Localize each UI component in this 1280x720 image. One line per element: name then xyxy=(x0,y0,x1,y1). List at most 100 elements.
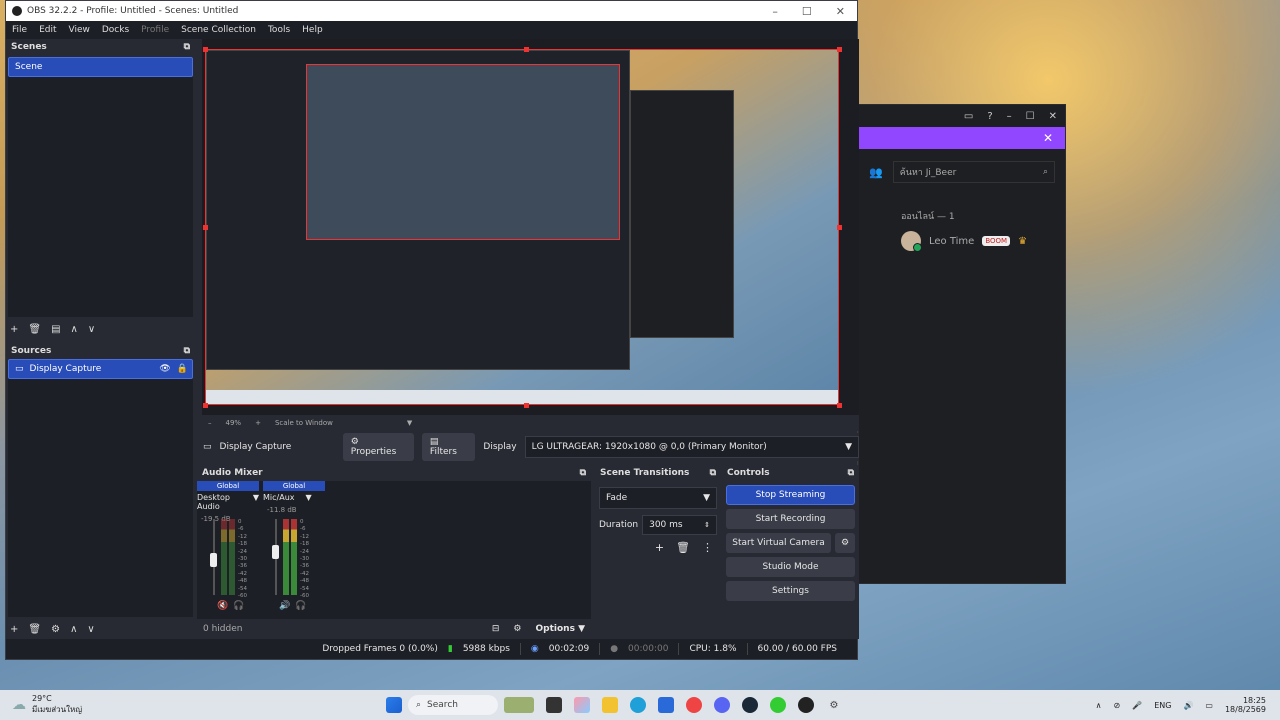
maximize-icon[interactable]: ☐ xyxy=(802,5,812,18)
battery-icon[interactable]: ▭ xyxy=(1205,701,1213,710)
menu-profile[interactable]: Profile xyxy=(141,25,169,35)
move-up-icon[interactable]: ∧ xyxy=(71,324,78,335)
scene-item[interactable]: Scene xyxy=(8,57,193,77)
source-item[interactable]: ▭ Display Capture 👁 🔒 xyxy=(8,359,193,379)
speaker-icon[interactable]: 🔊 xyxy=(279,601,290,611)
store-icon[interactable] xyxy=(658,697,674,713)
move-up-icon[interactable]: ∧ xyxy=(70,624,77,635)
resize-handle[interactable] xyxy=(837,225,842,230)
move-down-icon[interactable]: ∨ xyxy=(88,324,95,335)
start-virtual-camera-button[interactable]: Start Virtual Camera xyxy=(726,533,831,553)
menu-view[interactable]: View xyxy=(69,25,90,35)
menu-edit[interactable]: Edit xyxy=(39,25,56,35)
weather-widget[interactable]: ☁ 29°C มีเมฆส่วนใหญ่ xyxy=(0,694,380,716)
monitor-headphones-icon[interactable]: 🎧 xyxy=(233,601,244,611)
banner-close-icon[interactable]: ✕ xyxy=(1043,131,1053,145)
studio-mode-button[interactable]: Studio Mode xyxy=(726,557,855,577)
zoom-in-icon[interactable]: + xyxy=(255,419,261,427)
layout-icon[interactable]: ⊟ xyxy=(492,624,500,634)
scale-mode-select[interactable]: Scale to Window xyxy=(275,419,333,427)
minimize-icon[interactable]: – xyxy=(772,5,778,18)
duration-input[interactable]: 300 ms ⇕ xyxy=(642,515,717,535)
taskbar-search[interactable]: ⌕ Search xyxy=(408,695,498,715)
settings-gear-icon[interactable]: ⚙ xyxy=(826,697,842,713)
undock-icon[interactable]: ⧉ xyxy=(580,468,586,478)
steam-icon[interactable] xyxy=(742,697,758,713)
network-off-icon[interactable]: ⊘ xyxy=(1114,701,1121,710)
resize-handle[interactable] xyxy=(524,403,529,408)
options-button[interactable]: Options ▼ xyxy=(536,624,586,634)
add-icon[interactable]: + xyxy=(655,541,664,554)
edge-icon[interactable] xyxy=(630,697,646,713)
undock-icon[interactable]: ⧉ xyxy=(184,346,190,356)
trash-icon[interactable]: 🗑 xyxy=(676,541,690,554)
resize-handle[interactable] xyxy=(203,403,208,408)
advanced-audio-icon[interactable]: ⚙ xyxy=(513,624,521,634)
properties-button[interactable]: ⚙ Properties xyxy=(342,433,414,461)
copilot-icon[interactable] xyxy=(574,697,590,713)
channel-name[interactable]: Mic/Aux ▼ xyxy=(263,493,325,502)
display-capture-preview[interactable] xyxy=(205,49,839,405)
task-view-icon[interactable] xyxy=(546,697,562,713)
undock-icon[interactable]: ⧉ xyxy=(710,468,716,478)
more-options-icon[interactable]: ⋮ xyxy=(702,541,713,554)
microphone-icon[interactable]: 🎤 xyxy=(1132,701,1142,710)
resize-handle[interactable] xyxy=(203,47,208,52)
volume-icon[interactable]: 🔊 xyxy=(1183,701,1193,710)
file-explorer-icon[interactable] xyxy=(602,697,618,713)
virtual-camera-settings-button[interactable]: ⚙ xyxy=(835,533,855,553)
start-icon[interactable] xyxy=(386,697,402,713)
resize-handle[interactable] xyxy=(524,47,529,52)
member-item[interactable]: Leo Time BOOM ♛ xyxy=(901,231,1065,252)
menu-tools[interactable]: Tools xyxy=(268,25,290,35)
preview-canvas[interactable] xyxy=(202,39,859,415)
inbox-icon[interactable]: ▭ xyxy=(964,111,973,122)
clock[interactable]: 18:25 18/8/2569 xyxy=(1225,696,1266,714)
obs-icon[interactable] xyxy=(770,697,786,713)
resize-handle[interactable] xyxy=(837,403,842,408)
chevron-up-icon[interactable]: ∧ xyxy=(1096,701,1102,710)
discord-window[interactable]: ▭ ? – ☐ ✕ ✕ 👥 ค้นหา Ji_Beer ⌕ ออนไลน์ — … xyxy=(858,104,1066,584)
member-search-input[interactable]: ค้นหา Ji_Beer ⌕ xyxy=(892,161,1055,183)
maximize-icon[interactable]: ☐ xyxy=(1026,111,1035,122)
stepper-icon[interactable]: ⇕ xyxy=(704,521,710,529)
menu-help[interactable]: Help xyxy=(302,25,323,35)
muted-speaker-icon[interactable]: 🔇 xyxy=(217,601,228,611)
zoom-out-icon[interactable]: – xyxy=(208,419,212,427)
display-select[interactable]: LG ULTRAGEAR: 1920x1080 @ 0,0 (Primary M… xyxy=(524,436,859,458)
chevron-down-icon[interactable]: ▼ xyxy=(407,419,412,427)
filter-icon[interactable]: ▤ xyxy=(51,324,60,335)
add-icon[interactable]: + xyxy=(10,624,18,635)
close-icon[interactable]: ✕ xyxy=(1049,111,1057,122)
discord-icon[interactable] xyxy=(714,697,730,713)
filters-button[interactable]: ▤ Filters xyxy=(421,433,476,461)
members-icon[interactable]: 👥 xyxy=(869,166,883,179)
app-icon[interactable] xyxy=(798,697,814,713)
start-recording-button[interactable]: Start Recording xyxy=(726,509,855,529)
undock-icon[interactable]: ⧉ xyxy=(848,468,854,478)
close-icon[interactable]: ✕ xyxy=(836,5,845,18)
menu-scene-collection[interactable]: Scene Collection xyxy=(181,25,256,35)
resize-handle[interactable] xyxy=(203,225,208,230)
gear-icon[interactable]: ⚙ xyxy=(51,624,60,635)
chrome-icon[interactable] xyxy=(686,697,702,713)
widgets-icon[interactable] xyxy=(504,697,534,713)
volume-fader-knob[interactable] xyxy=(210,553,217,567)
add-icon[interactable]: + xyxy=(10,324,18,335)
menu-docks[interactable]: Docks xyxy=(102,25,129,35)
stop-streaming-button[interactable]: Stop Streaming xyxy=(726,485,855,505)
lock-icon[interactable]: 🔒 xyxy=(177,364,192,374)
language-indicator[interactable]: ENG xyxy=(1154,701,1171,710)
visibility-eye-icon[interactable]: 👁 xyxy=(159,364,170,374)
trash-icon[interactable]: 🗑 xyxy=(28,624,41,635)
undock-icon[interactable]: ⧉ xyxy=(184,42,190,52)
volume-fader-knob[interactable] xyxy=(272,545,279,559)
settings-button[interactable]: Settings xyxy=(726,581,855,601)
channel-name[interactable]: Desktop Audio ▼ xyxy=(197,493,259,511)
move-down-icon[interactable]: ∨ xyxy=(87,624,94,635)
minimize-icon[interactable]: – xyxy=(1007,111,1012,122)
obs-window[interactable]: OBS 32.2.2 - Profile: Untitled - Scenes:… xyxy=(5,0,859,660)
trash-icon[interactable]: 🗑 xyxy=(28,324,41,335)
menu-file[interactable]: File xyxy=(12,25,27,35)
help-icon[interactable]: ? xyxy=(987,111,992,122)
